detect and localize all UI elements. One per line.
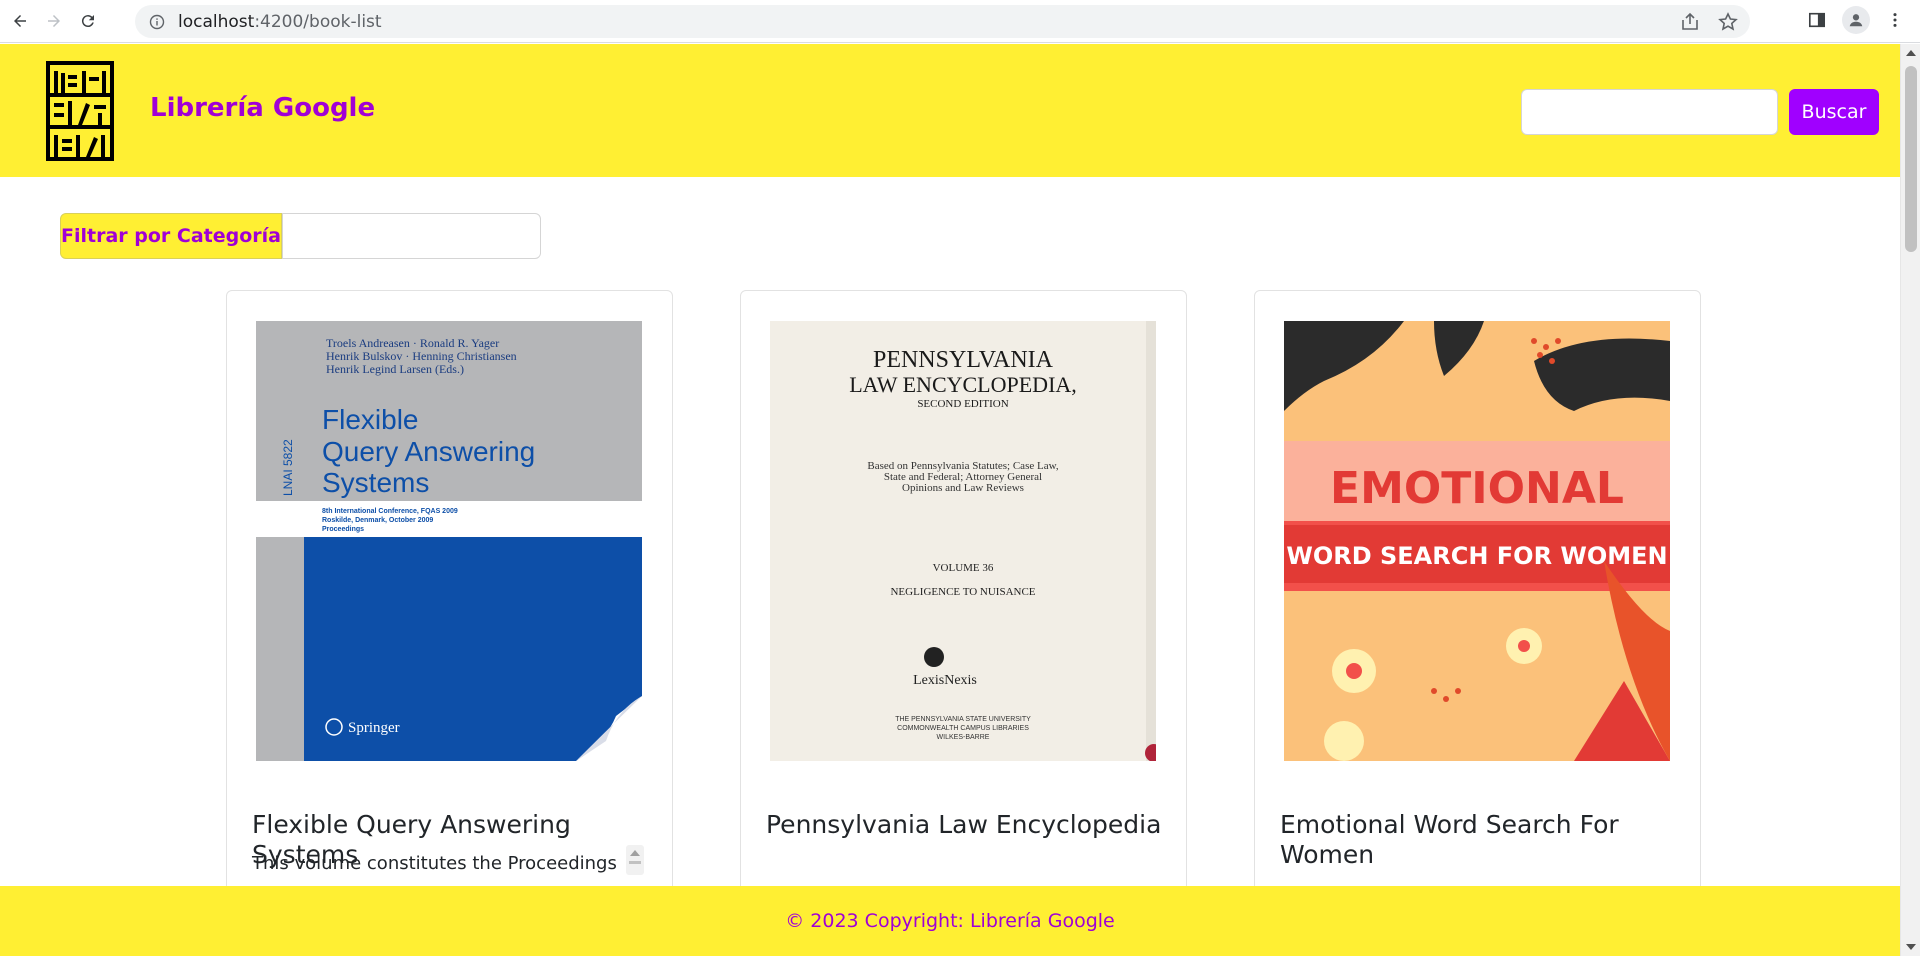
scroll-up-arrow-icon[interactable] [630, 850, 640, 856]
cover-stamp-1: THE PENNSYLVANIA STATE UNIVERSITY [895, 716, 1031, 723]
reload-icon[interactable] [74, 7, 102, 35]
footer-copyright: © 2023 Copyright: Librería Google [785, 910, 1115, 932]
book-title[interactable]: Emotional Word Search For Women [1280, 810, 1680, 870]
cover-publisher: Springer [348, 720, 400, 736]
back-icon[interactable] [6, 7, 34, 35]
page-scrollbar[interactable] [1900, 44, 1920, 956]
cover-authors-3: Henrik Legind Larsen (Eds.) [326, 362, 464, 376]
bookmark-star-icon[interactable] [1718, 12, 1738, 32]
description-scrollbar[interactable] [626, 845, 644, 875]
book-cover-image[interactable]: Troels Andreasen · Ronald R. Yager Henri… [256, 321, 642, 761]
cover-subtitle: WORD SEARCH FOR WOMEN [1286, 542, 1667, 570]
brand-title[interactable]: Librería Google [150, 93, 375, 123]
book-card[interactable]: Troels Andreasen · Ronald R. Yager Henri… [226, 290, 673, 956]
cover-title-3: Systems [322, 467, 429, 498]
search-input[interactable] [1521, 89, 1778, 135]
browser-toolbar: localhost:4200/book-list [0, 0, 1920, 43]
category-filter-label: Filtrar por Categoría [60, 213, 282, 259]
cover-title-2: LAW ENCYCLOPEDIA, [849, 372, 1077, 397]
cover-title-3: SECOND EDITION [917, 398, 1008, 410]
address-bar[interactable]: localhost:4200/book-list [135, 5, 1750, 38]
profile-avatar-icon[interactable] [1842, 6, 1870, 34]
search-button[interactable]: Buscar [1789, 89, 1879, 135]
book-description: This volume constitutes the Proceedings [252, 853, 617, 874]
book-cover-image[interactable]: PENNSYLVANIA LAW ENCYCLOPEDIA, SECOND ED… [770, 321, 1156, 761]
cover-range: NEGLIGENCE TO NUISANCE [890, 586, 1035, 598]
cover-subtitle-3: Proceedings [322, 526, 364, 533]
cover-title: EMOTIONAL [1330, 463, 1624, 514]
scroll-down-icon[interactable] [1906, 944, 1916, 950]
cover-subtitle-2: Roskilde, Denmark, October 2009 [322, 517, 433, 524]
cover-title-1: PENNSYLVANIA [873, 347, 1054, 373]
forward-icon[interactable] [40, 7, 68, 35]
site-footer: © 2023 Copyright: Librería Google [0, 886, 1900, 956]
cover-subtitle-1: 8th International Conference, FQAS 2009 [322, 508, 458, 515]
cover-title-1: Flexible [322, 404, 418, 435]
cover-publisher: LexisNexis [913, 673, 977, 688]
page-viewport: Librería Google Buscar Filtrar por Categ… [0, 44, 1900, 956]
book-card[interactable]: EMOTIONAL WORD SEARCH FOR WOMEN Emotiona… [1254, 290, 1701, 956]
bookshelf-logo-icon[interactable] [46, 61, 114, 161]
cover-stamp-3: WILKES-BARRE [937, 734, 990, 741]
url-text: localhost:4200/book-list [178, 11, 382, 32]
scroll-up-icon[interactable] [1906, 50, 1916, 56]
cover-stamp-2: COMMONWEALTH CAMPUS LIBRARIES [897, 725, 1029, 732]
share-icon[interactable] [1680, 12, 1700, 32]
site-info-icon[interactable] [149, 14, 165, 30]
cover-authors-2: Henrik Bulskov · Henning Christiansen [326, 349, 517, 363]
scrollbar-thumb[interactable] [1905, 66, 1917, 252]
cover-title-2: Query Answering [322, 436, 535, 467]
menu-kebab-icon[interactable] [1884, 9, 1906, 31]
cover-body-3: Opinions and Law Reviews [902, 482, 1024, 494]
side-panel-icon[interactable] [1806, 9, 1828, 31]
category-filter-input[interactable] [282, 213, 541, 259]
site-header: Librería Google Buscar [0, 44, 1900, 177]
book-cover-image[interactable]: EMOTIONAL WORD SEARCH FOR WOMEN [1284, 321, 1670, 761]
book-title[interactable]: Pennsylvania Law Encyclopedia [766, 810, 1166, 840]
book-card[interactable]: PENNSYLVANIA LAW ENCYCLOPEDIA, SECOND ED… [740, 290, 1187, 956]
cover-authors-1: Troels Andreasen · Ronald R. Yager [326, 336, 499, 350]
cover-series-label: LNAI 5822 [281, 439, 295, 496]
cover-volume: VOLUME 36 [933, 562, 994, 574]
